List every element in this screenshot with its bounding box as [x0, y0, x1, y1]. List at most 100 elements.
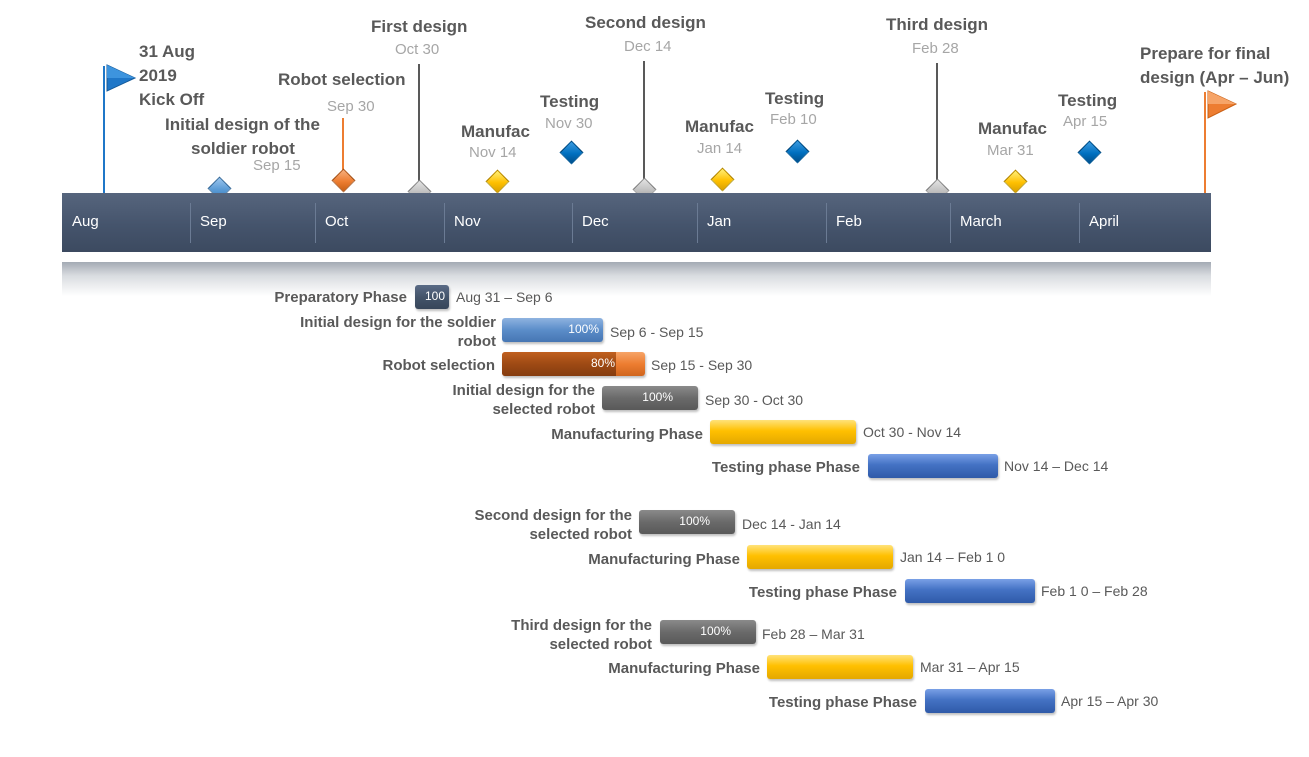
- milestone-second-design-title: Second design: [585, 13, 706, 32]
- milestone-manufac-1-title: Manufac: [461, 122, 530, 141]
- task-label: Testing phase Phase: [748, 584, 897, 601]
- task-date-range: Nov 14 – Dec 14: [1004, 458, 1109, 474]
- milestone-manufac-1-diamond-icon[interactable]: [485, 169, 510, 194]
- task-label: Robot selection: [382, 357, 495, 374]
- milestone-manufac-2-diamond-icon[interactable]: [710, 167, 735, 192]
- milestone-robot-selection-diamond-icon[interactable]: [331, 168, 356, 193]
- task-percent: 100%: [642, 390, 673, 404]
- timeline-shadow: [62, 262, 1211, 296]
- task-label-line1: Third design for the: [511, 617, 652, 634]
- task-bar-third-design[interactable]: 100%: [660, 620, 756, 644]
- month-feb: Feb: [836, 213, 862, 230]
- task-bar-initial-design-soldier[interactable]: 100%: [502, 318, 603, 342]
- timeline-axis: Aug Sep Oct Nov Dec Jan Feb March April: [62, 193, 1211, 252]
- task-bar-manufacturing-3[interactable]: [767, 655, 913, 679]
- month-jan: Jan: [707, 213, 732, 230]
- task-date-range: Apr 15 – Apr 30: [1061, 693, 1159, 709]
- month-dec: Dec: [582, 213, 609, 230]
- kickoff-year: 2019: [139, 66, 177, 85]
- task-date-range: Sep 15 - Sep 30: [651, 357, 753, 373]
- milestone-first-design-title: First design: [371, 17, 468, 36]
- milestone-first-design-date: Oct 30: [395, 41, 440, 58]
- task-label: Testing phase Phase: [768, 694, 917, 711]
- month-divider: [444, 203, 445, 243]
- month-oct: Oct: [325, 213, 349, 230]
- kickoff-label: Kick Off: [139, 90, 205, 109]
- task-percent: 100: [424, 289, 445, 303]
- task-bar-testing-1[interactable]: [868, 454, 998, 478]
- task-label: Initial design for the soldier robot: [300, 313, 496, 351]
- milestone-testing-2-date: Feb 10: [770, 111, 817, 128]
- task-label-line1: Initial design for the: [452, 382, 595, 399]
- milestone-manufac-1-date: Nov 14: [469, 144, 517, 161]
- task-label-line2: selected robot: [549, 636, 652, 653]
- task-label-line2: selected robot: [529, 526, 632, 543]
- milestone-testing-3-title: Testing: [1058, 91, 1118, 110]
- task-label: Initial design for the selected robot: [452, 381, 595, 419]
- task-label: Manufacturing Phase: [588, 551, 740, 568]
- task-date-range: Aug 31 – Sep 6: [456, 289, 553, 305]
- milestone-initial-design-title-line1: Initial design of the: [165, 115, 320, 134]
- milestone-third-design-title: Third design: [886, 15, 988, 34]
- milestone-manufac-3-diamond-icon[interactable]: [1003, 169, 1028, 194]
- milestone-third-design-date: Feb 28: [912, 40, 959, 57]
- task-label-line1: Second design for the: [474, 507, 632, 524]
- milestone-manufac-2-date: Jan 14: [697, 140, 743, 157]
- task-bar-testing-3[interactable]: [925, 689, 1055, 713]
- task-bar-preparatory[interactable]: 100: [415, 285, 449, 309]
- task-label-line1: Initial design for the soldier: [300, 314, 496, 331]
- task-percent: 100%: [679, 514, 710, 528]
- milestone-testing-1-diamond-icon[interactable]: [559, 140, 584, 165]
- milestone-manufac-2-title: Manufac: [685, 117, 754, 136]
- task-label: Manufacturing Phase: [551, 426, 703, 443]
- task-label: Second design for the selected robot: [474, 506, 632, 544]
- task-date-range: Feb 1 0 – Feb 28: [1041, 583, 1148, 599]
- milestone-second-design-stem: [643, 61, 645, 183]
- milestone-testing-2-title: Testing: [765, 89, 825, 108]
- task-date-range: Sep 30 - Oct 30: [705, 392, 804, 408]
- month-divider: [950, 203, 951, 243]
- milestone-initial-design-date: Sep 15: [253, 157, 301, 174]
- kickoff-flag-icon: [106, 64, 137, 92]
- month-divider: [826, 203, 827, 243]
- task-percent: 80%: [590, 356, 615, 370]
- final-flag-icon: [1207, 90, 1238, 119]
- milestone-testing-1-title: Testing: [540, 92, 600, 111]
- task-date-range: Dec 14 - Jan 14: [742, 516, 841, 532]
- final-design-label-line2: design (Apr – Jun): [1140, 68, 1290, 87]
- task-label: Manufacturing Phase: [608, 660, 760, 677]
- month-divider: [1079, 203, 1080, 243]
- task-bar-robot-selection[interactable]: 80%: [502, 352, 645, 376]
- task-label-line2: robot: [457, 333, 496, 350]
- milestone-testing-2-diamond-icon[interactable]: [785, 139, 810, 164]
- month-divider: [190, 203, 191, 243]
- task-label: Testing phase Phase: [711, 459, 860, 476]
- task-bar-manufacturing-2[interactable]: [747, 545, 893, 569]
- month-sep: Sep: [200, 213, 227, 230]
- task-bar-testing-2[interactable]: [905, 579, 1035, 603]
- month-divider: [697, 203, 698, 243]
- task-date-range: Oct 30 - Nov 14: [863, 424, 962, 440]
- task-date-range: Sep 6 - Sep 15: [610, 324, 704, 340]
- milestone-testing-3-diamond-icon[interactable]: [1077, 140, 1102, 165]
- month-april: April: [1089, 213, 1120, 230]
- kickoff-date: 31 Aug: [139, 42, 196, 61]
- task-percent: 100%: [568, 322, 599, 336]
- month-nov: Nov: [454, 213, 481, 230]
- month-march: March: [960, 213, 1002, 230]
- milestone-manufac-3-title: Manufac: [978, 119, 1047, 138]
- task-date-range: Feb 28 – Mar 31: [762, 626, 865, 642]
- task-label: Third design for the selected robot: [511, 616, 652, 654]
- task-label: Preparatory Phase: [274, 289, 407, 306]
- task-date-range: Jan 14 – Feb 1 0: [900, 549, 1006, 565]
- final-design-label-line1: Prepare for final: [1140, 44, 1271, 63]
- task-bar-initial-design-selected[interactable]: 100%: [602, 386, 698, 410]
- milestone-second-design-date: Dec 14: [624, 38, 672, 55]
- milestone-testing-1-date: Nov 30: [545, 115, 593, 132]
- month-divider: [315, 203, 316, 243]
- milestone-manufac-3-date: Mar 31: [987, 142, 1034, 159]
- task-bar-second-design[interactable]: 100%: [639, 510, 735, 534]
- task-bar-manufacturing-1[interactable]: [710, 420, 856, 444]
- milestone-robot-selection-title: Robot selection: [278, 70, 406, 89]
- task-label-line2: selected robot: [492, 401, 595, 418]
